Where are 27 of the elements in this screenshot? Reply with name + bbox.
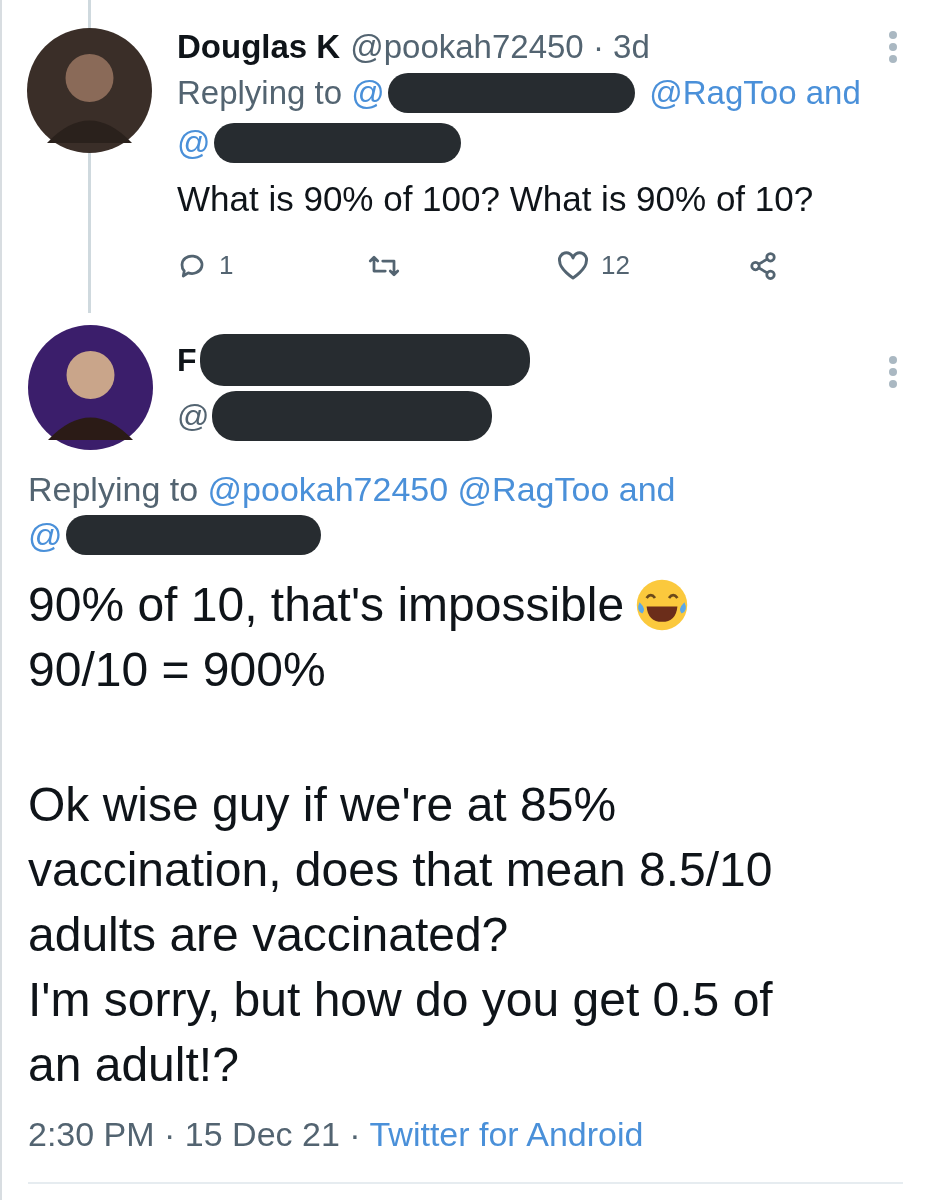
mention-link[interactable]: @pookah72450 @RagToo and [207, 466, 676, 512]
tweet-text: 90/10 = 900% [28, 642, 326, 698]
replying-label: Replying to [177, 73, 344, 113]
tweet-text: Ok wise guy if we're at 85% [28, 777, 617, 833]
heart-icon [557, 250, 589, 281]
share-icon [747, 250, 779, 281]
mention-link[interactable]: @ [28, 512, 63, 558]
like-button[interactable]: 12 [557, 250, 747, 281]
source-link[interactable]: Twitter for Android [369, 1115, 644, 1153]
mention-link[interactable]: @RagToo and [649, 68, 861, 118]
display-name[interactable]: F [177, 331, 197, 388]
tweet-text: vaccination, does that mean 8.5/10 [28, 842, 773, 898]
tweet-text: I'm sorry, but how do you get 0.5 of [28, 972, 773, 1028]
tweet-text: adults are vaccinated? [28, 907, 509, 963]
mention-link[interactable]: @ [177, 118, 211, 168]
reply-button[interactable]: 1 [177, 250, 367, 281]
user-handle[interactable]: @ [177, 387, 210, 444]
tweet-text: What is 90% of 100? What is 90% of 10? [177, 178, 814, 220]
tweet-text: 90% of 10, that's impossible [28, 577, 625, 633]
display-name[interactable]: Douglas K [177, 26, 341, 68]
replying-label: Replying to [28, 469, 200, 510]
user-handle[interactable]: @pookah72450 · 3d [350, 26, 650, 68]
tweet-text: an adult!? [28, 1037, 239, 1093]
mention-link[interactable]: @ [351, 68, 385, 118]
timestamp: 2:30 PM · 15 Dec 21 · [28, 1115, 362, 1153]
avatar[interactable] [28, 325, 153, 450]
avatar[interactable] [27, 28, 152, 153]
